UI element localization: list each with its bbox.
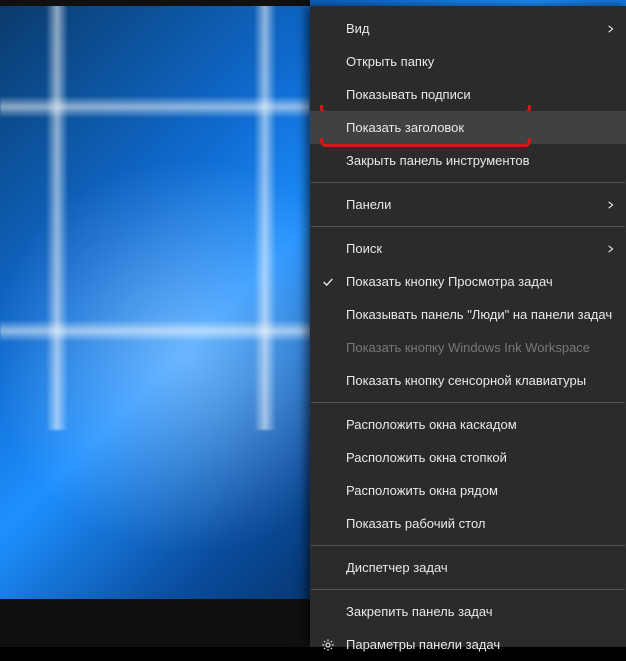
menu-item[interactable]: Панели	[310, 188, 626, 221]
menu-item-label: Расположить окна рядом	[346, 483, 498, 498]
menu-item[interactable]: Закрыть панель инструментов	[310, 144, 626, 177]
menu-item-label: Вид	[346, 21, 370, 36]
menu-item[interactable]: Вид	[310, 12, 626, 45]
menu-item-label: Показать кнопку Windows Ink Workspace	[346, 340, 590, 355]
menu-item[interactable]: Показать рабочий стол	[310, 507, 626, 540]
menu-item[interactable]: Показать заголовок	[310, 111, 626, 144]
menu-item-label: Открыть папку	[346, 54, 434, 69]
menu-item: Показать кнопку Windows Ink Workspace	[310, 331, 626, 364]
menu-item[interactable]: Открыть папку	[310, 45, 626, 78]
top-border-strip	[0, 0, 310, 6]
menu-separator	[311, 589, 625, 590]
menu-item-label: Закрепить панель задач	[346, 604, 493, 619]
menu-item-label: Расположить окна каскадом	[346, 417, 517, 432]
menu-item[interactable]: Показывать подписи	[310, 78, 626, 111]
menu-item-label: Показать кнопку Просмотра задач	[346, 274, 553, 289]
menu-separator	[311, 545, 625, 546]
windows-logo-light	[0, 0, 310, 430]
menu-item-label: Параметры панели задач	[346, 637, 500, 652]
menu-item[interactable]: Расположить окна стопкой	[310, 441, 626, 474]
check-icon	[320, 274, 336, 290]
menu-item[interactable]: Поиск	[310, 232, 626, 265]
menu-item[interactable]: Расположить окна рядом	[310, 474, 626, 507]
menu-item-label: Расположить окна стопкой	[346, 450, 507, 465]
menu-item-label: Панели	[346, 197, 391, 212]
chevron-right-icon	[606, 24, 616, 34]
menu-item[interactable]: Закрепить панель задач	[310, 595, 626, 628]
menu-item[interactable]: Параметры панели задач	[310, 628, 626, 661]
menu-separator	[311, 226, 625, 227]
menu-separator	[311, 182, 625, 183]
menu-item-label: Показать рабочий стол	[346, 516, 485, 531]
menu-item[interactable]: Расположить окна каскадом	[310, 408, 626, 441]
menu-item-label: Закрыть панель инструментов	[346, 153, 530, 168]
menu-item-label: Показать заголовок	[346, 120, 464, 135]
taskbar-context-menu: Вид Открыть папку Показывать подписи Показа…	[310, 6, 626, 647]
taskbar[interactable]	[0, 599, 310, 647]
menu-item-label: Показать кнопку сенсорной клавиатуры	[346, 373, 586, 388]
menu-item[interactable]: Показать кнопку Просмотра задач	[310, 265, 626, 298]
menu-item-label: Диспетчер задач	[346, 560, 448, 575]
menu-separator	[311, 402, 625, 403]
menu-item-label: Поиск	[346, 241, 382, 256]
gear-icon	[320, 637, 336, 653]
menu-item[interactable]: Показывать панель "Люди" на панели задач	[310, 298, 626, 331]
menu-item-label: Показывать панель "Люди" на панели задач	[346, 307, 612, 322]
menu-item[interactable]: Показать кнопку сенсорной клавиатуры	[310, 364, 626, 397]
chevron-right-icon	[606, 200, 616, 210]
menu-item-label: Показывать подписи	[346, 87, 471, 102]
chevron-right-icon	[606, 244, 616, 254]
menu-item[interactable]: Диспетчер задач	[310, 551, 626, 584]
